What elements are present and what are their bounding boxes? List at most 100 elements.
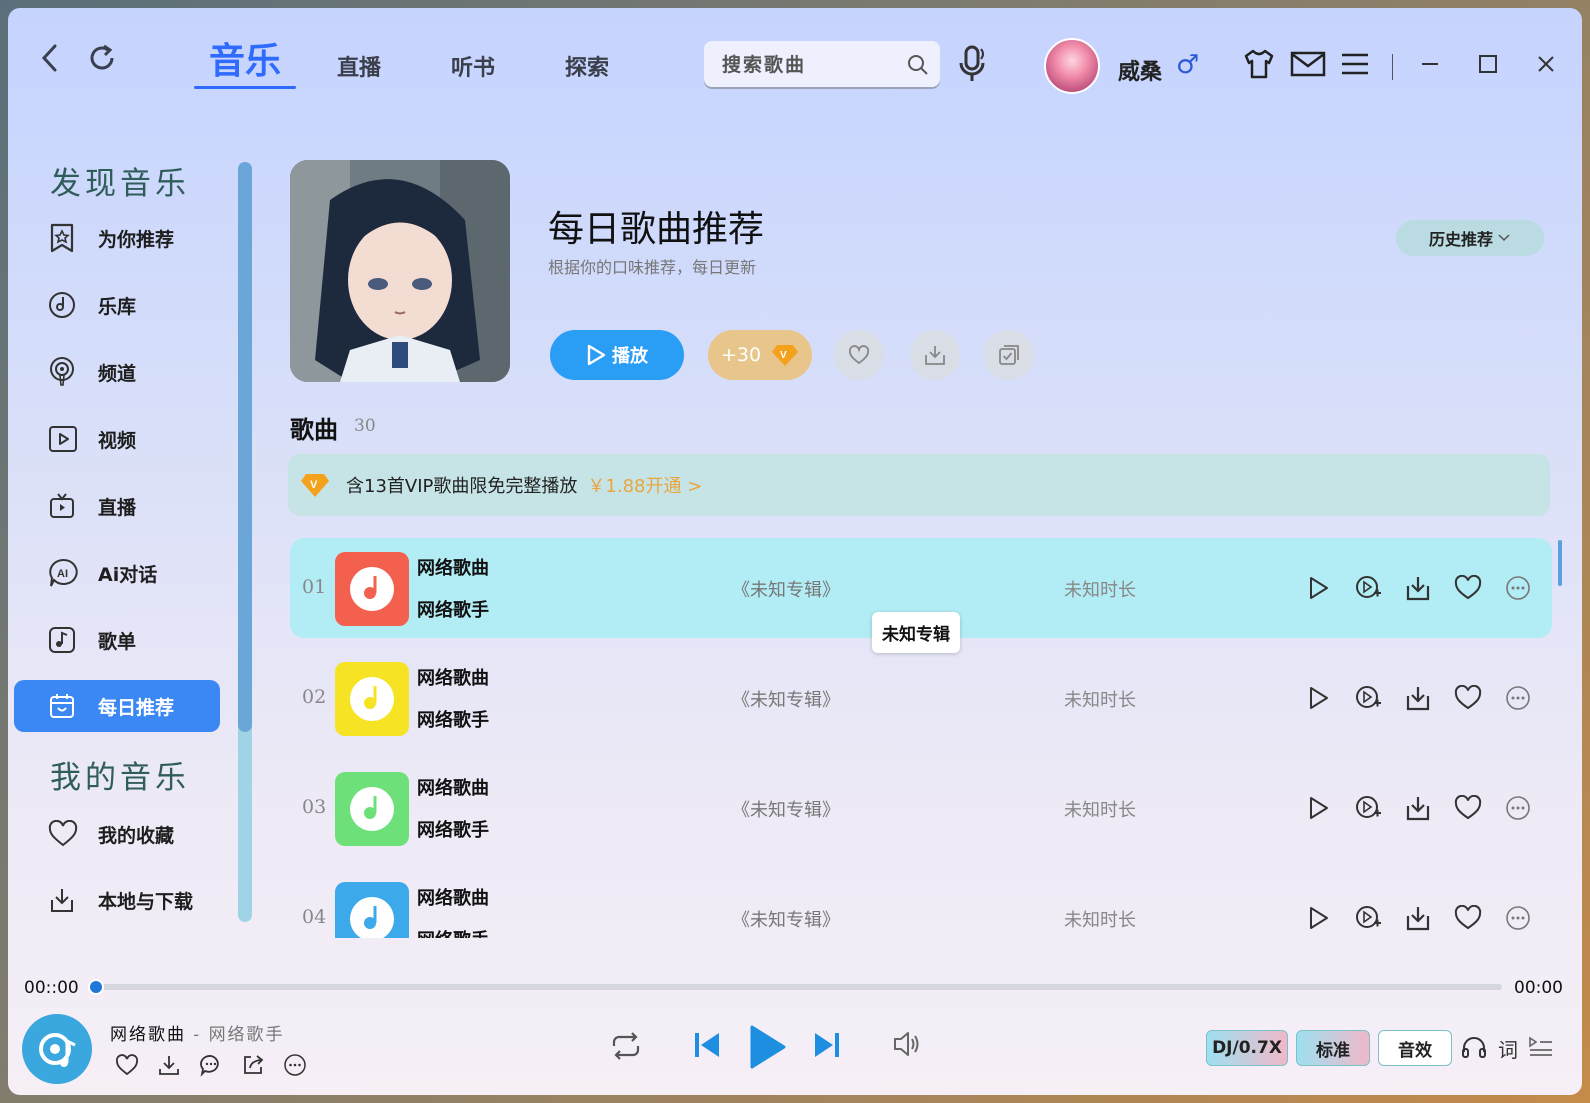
username[interactable]: 威桑 <box>1118 54 1162 86</box>
now-playing-song[interactable]: 网络歌曲 <box>110 1025 186 1045</box>
tab-live[interactable]: 直播 <box>302 26 416 84</box>
more-icon[interactable] <box>1502 682 1534 714</box>
heart-icon[interactable] <box>1452 682 1484 714</box>
sidebar-item-video[interactable]: 视频 <box>14 413 220 465</box>
sidebar-item-channel[interactable]: 频道 <box>14 346 220 398</box>
vip-banner-text: 含13首VIP歌曲限免完整播放 <box>346 476 578 497</box>
sound-effect-button[interactable]: 音效 <box>1378 1030 1452 1066</box>
play-icon[interactable] <box>1302 902 1334 934</box>
song-album[interactable]: 《未知专辑》 <box>732 906 840 932</box>
sidebar-item-daily[interactable]: 每日推荐 <box>14 680 220 732</box>
now-playing-artist[interactable]: 网络歌手 <box>209 1025 285 1045</box>
sidebar-item-local-download[interactable]: 本地与下载 <box>14 874 220 926</box>
play-icon[interactable] <box>1302 682 1334 714</box>
history-recommend-button[interactable]: 历史推荐 <box>1396 220 1544 256</box>
tab-explore[interactable]: 探索 <box>530 26 644 84</box>
back-button[interactable] <box>30 38 70 78</box>
avatar[interactable] <box>1044 38 1100 94</box>
listen-together-button[interactable] <box>1460 1034 1488 1060</box>
previous-button[interactable] <box>692 1028 722 1062</box>
search-input[interactable] <box>722 54 902 76</box>
dj-speed-button[interactable]: DJ/0.7X <box>1206 1030 1288 1066</box>
song-name[interactable]: 网络歌曲 <box>417 664 489 690</box>
download-icon[interactable] <box>1402 682 1434 714</box>
heart-icon[interactable] <box>1452 572 1484 604</box>
song-album[interactable]: 《未知专辑》 <box>732 796 840 822</box>
download-icon[interactable] <box>1402 902 1434 934</box>
minimize-button[interactable] <box>1414 48 1446 80</box>
song-artist[interactable]: 网络歌手 <box>417 706 489 732</box>
table-row[interactable]: 04 网络歌曲 网络歌手 《未知专辑》 未知时长 <box>290 868 1552 938</box>
song-name[interactable]: 网络歌曲 <box>417 774 489 800</box>
download-all-button[interactable] <box>910 330 960 380</box>
sidebar-item-live[interactable]: 直播 <box>14 480 220 532</box>
now-playing-cover[interactable] <box>22 1014 92 1084</box>
more-icon[interactable] <box>1502 572 1534 604</box>
heart-icon[interactable] <box>1452 902 1484 934</box>
vip-banner-price[interactable]: ￥1.88开通 > <box>587 472 702 498</box>
download-icon[interactable] <box>1402 792 1434 824</box>
song-artist[interactable]: 网络歌手 <box>417 816 489 842</box>
download-icon[interactable] <box>1402 572 1434 604</box>
volume-button[interactable] <box>892 1028 922 1060</box>
comment-icon[interactable] <box>198 1052 224 1078</box>
song-artist[interactable]: 网络歌手 <box>417 596 489 622</box>
vip-diamond-icon: V <box>300 472 330 498</box>
song-artist[interactable]: 网络歌手 <box>417 926 489 938</box>
song-name[interactable]: 网络歌曲 <box>417 884 489 910</box>
sidebar-item-ai-chat[interactable]: AI Ai对话 <box>14 547 220 599</box>
sidebar-item-favorites[interactable]: 我的收藏 <box>14 808 220 860</box>
app-window: 音乐 直播 听书 探索 威桑 ♂ <box>8 8 1582 1095</box>
song-list-scrollbar[interactable] <box>1558 540 1562 586</box>
loop-mode-button[interactable] <box>608 1030 644 1062</box>
favorite-button[interactable] <box>834 330 884 380</box>
sidebar-item-playlist[interactable]: 歌单 <box>14 614 220 666</box>
sidebar-item-library[interactable]: 乐库 <box>14 279 220 331</box>
table-row[interactable]: 03 网络歌曲 网络歌手 《未知专辑》 未知时长 <box>290 758 1552 858</box>
next-button[interactable] <box>812 1028 842 1062</box>
tab-music[interactable]: 音乐 <box>188 26 302 89</box>
song-album[interactable]: 《未知专辑》 <box>732 686 840 712</box>
vip-banner[interactable]: V 含13首VIP歌曲限免完整播放 ￥1.88开通 > <box>288 454 1550 516</box>
main-tabs: 音乐 直播 听书 探索 <box>188 26 644 89</box>
play-next-icon[interactable] <box>1352 902 1384 934</box>
progress-bar[interactable] <box>88 979 1502 995</box>
song-cover <box>335 882 409 938</box>
more-icon[interactable] <box>282 1052 308 1078</box>
play-pause-button[interactable] <box>748 1024 788 1070</box>
play-next-icon[interactable] <box>1352 682 1384 714</box>
sidebar-item-recommend[interactable]: 为你推荐 <box>14 212 220 264</box>
play-next-icon[interactable] <box>1352 792 1384 824</box>
menu-icon[interactable] <box>1340 48 1370 80</box>
quality-button[interactable]: 标准 <box>1296 1030 1370 1066</box>
more-icon[interactable] <box>1502 792 1534 824</box>
voice-search-button[interactable] <box>956 44 988 84</box>
share-icon[interactable] <box>240 1052 266 1078</box>
more-icon[interactable] <box>1502 902 1534 934</box>
song-album[interactable]: 《未知专辑》 <box>732 576 840 602</box>
close-button[interactable] <box>1530 48 1562 80</box>
sidebar-scroll-thumb[interactable] <box>238 162 252 732</box>
queue-button[interactable] <box>1528 1034 1554 1058</box>
skin-tshirt-icon[interactable] <box>1242 48 1276 80</box>
heart-icon[interactable] <box>1452 792 1484 824</box>
vip-plus-button[interactable]: +30 V <box>708 330 812 380</box>
play-next-icon[interactable] <box>1352 572 1384 604</box>
tab-audiobook[interactable]: 听书 <box>416 26 530 84</box>
search-icon[interactable] <box>906 53 930 77</box>
play-icon[interactable] <box>1302 572 1334 604</box>
refresh-button[interactable] <box>82 38 122 78</box>
download-icon[interactable] <box>156 1052 182 1078</box>
lyrics-button[interactable]: 词 <box>1498 1034 1518 1063</box>
play-icon[interactable] <box>1302 792 1334 824</box>
mail-icon[interactable] <box>1290 48 1326 80</box>
maximize-button[interactable] <box>1472 48 1504 80</box>
headphones-icon <box>1460 1034 1488 1060</box>
table-row[interactable]: 02 网络歌曲 网络歌手 《未知专辑》 未知时长 <box>290 648 1552 748</box>
progress-knob[interactable] <box>88 979 104 995</box>
play-all-button[interactable]: 播放 <box>550 330 684 380</box>
song-name[interactable]: 网络歌曲 <box>417 554 489 580</box>
sidebar-scrollbar[interactable] <box>238 162 252 922</box>
heart-icon[interactable] <box>114 1052 140 1078</box>
batch-select-button[interactable] <box>984 330 1034 380</box>
